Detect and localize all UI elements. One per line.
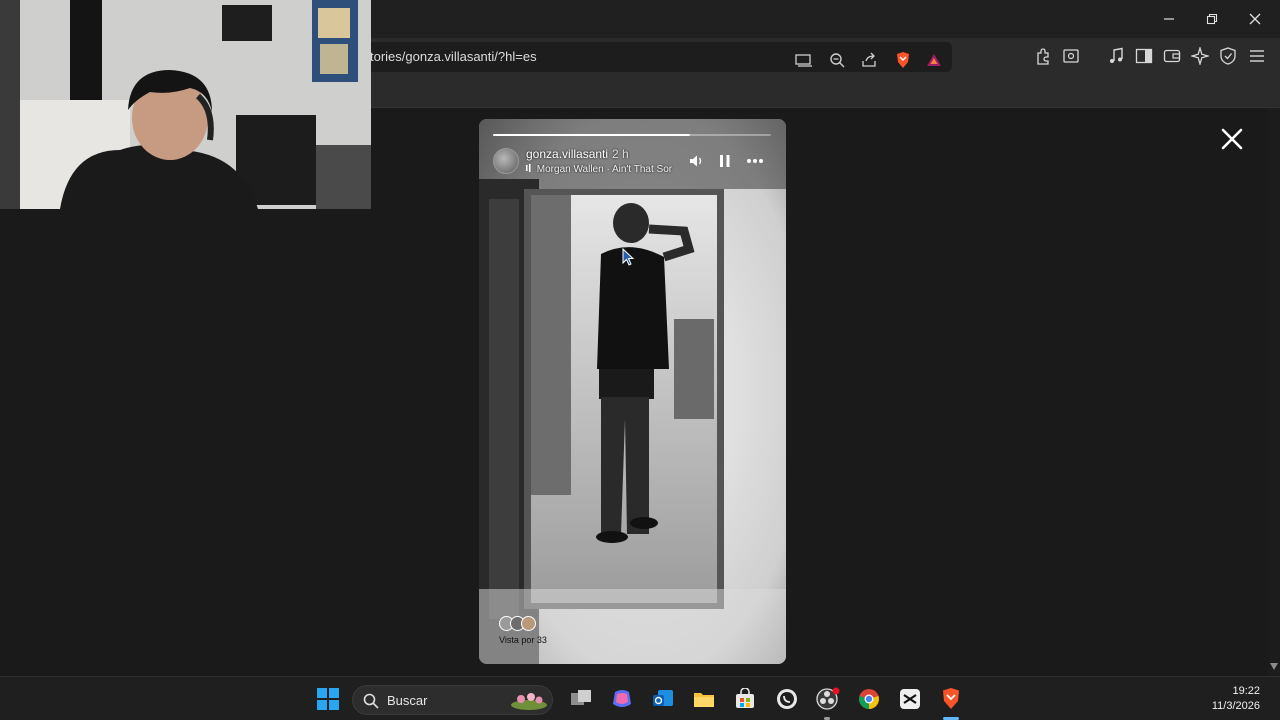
taskbar-search[interactable]: Buscar (352, 685, 553, 715)
story-pause-button[interactable] (716, 153, 734, 169)
copilot-button[interactable] (609, 686, 635, 712)
outlook-button[interactable] (650, 686, 676, 712)
search-icon (363, 693, 379, 709)
capcut-button[interactable] (897, 686, 923, 712)
copilot-icon (613, 690, 631, 707)
close-story-button[interactable] (1219, 126, 1245, 152)
restore-button[interactable] (1200, 8, 1224, 30)
leo-ai-icon[interactable] (1190, 46, 1210, 66)
minimize-icon (1164, 18, 1174, 20)
viewed-by-count[interactable]: Vista por 33 (499, 635, 547, 645)
brave-shields-icon[interactable] (893, 50, 913, 70)
outlook-icon (653, 690, 673, 706)
cast-icon[interactable] (794, 50, 814, 70)
capcut-icon (900, 689, 920, 709)
url-text[interactable]: tories/gonza.villasanti/?hl=es (370, 49, 537, 64)
story-avatar[interactable] (493, 148, 519, 174)
story-progress-track (493, 134, 771, 136)
obs-button[interactable] (815, 686, 841, 712)
music-bars-icon (526, 164, 534, 175)
pause-icon (720, 155, 730, 167)
file-explorer-button[interactable] (691, 686, 717, 712)
brave-icon (943, 688, 959, 709)
page-scrollbar[interactable] (1268, 108, 1280, 676)
story-options-button[interactable] (746, 153, 764, 169)
webcam-overlay (0, 0, 371, 209)
viewer-avatar (521, 616, 536, 631)
viewer-avatars[interactable] (499, 616, 549, 632)
windows-icon (317, 688, 339, 710)
store-button[interactable] (732, 686, 758, 712)
story-progress-fill (493, 134, 691, 136)
menu-icon[interactable] (1247, 46, 1267, 66)
clock-time: 19:22 (1232, 685, 1260, 697)
store-icon (736, 688, 754, 708)
chrome-icon (859, 689, 879, 709)
task-view-icon (571, 690, 591, 705)
clock-date: 11/3/2026 (1211, 700, 1260, 712)
story-card[interactable]: gonza.villasanti 2 h Morgan Wallen · Ain… (479, 119, 786, 664)
media-control-icon[interactable] (1106, 46, 1126, 66)
obs-icon (816, 687, 840, 710)
story-photo (479, 119, 786, 664)
search-label: Buscar (387, 693, 428, 708)
close-window-button[interactable] (1243, 8, 1267, 30)
chrome-button[interactable] (856, 686, 882, 712)
share-icon[interactable] (859, 50, 879, 70)
minimize-button[interactable] (1157, 8, 1181, 30)
vpn-icon[interactable] (1218, 46, 1238, 66)
story-music-label[interactable]: Morgan Wallen · Ain't That Sor (526, 164, 678, 175)
zoom-icon[interactable] (827, 50, 847, 70)
scroll-arrow-icon (1270, 663, 1278, 670)
volume-icon (690, 155, 702, 167)
music-text: Morgan Wallen · Ain't That Sor (536, 164, 673, 175)
close-icon (1221, 128, 1243, 150)
restore-icon (1206, 13, 1218, 25)
sidebar-icon[interactable] (1134, 46, 1154, 66)
taskbar: Buscar 19:22 11/3/2026 (0, 676, 1280, 720)
whatsapp-button[interactable] (774, 686, 800, 712)
story-volume-button[interactable] (688, 153, 706, 169)
tab-search-icon[interactable] (1061, 46, 1081, 66)
start-button[interactable] (315, 686, 341, 712)
task-view-button[interactable] (568, 686, 594, 712)
wallet-icon[interactable] (1162, 46, 1182, 66)
story-username[interactable]: gonza.villasanti (526, 147, 608, 161)
close-window-icon (1249, 13, 1261, 25)
mouse-cursor-icon (622, 248, 634, 266)
brave-rewards-icon[interactable] (924, 50, 944, 70)
story-time-ago: 2 h (612, 147, 629, 161)
webcam-feed (0, 0, 371, 209)
brave-taskbar-button[interactable] (938, 686, 964, 712)
whatsapp-icon (777, 689, 797, 709)
folder-icon (694, 693, 714, 707)
address-bar[interactable]: tories/gonza.villasanti/?hl=es (360, 42, 952, 72)
search-highlight-icon (511, 693, 547, 710)
extensions-icon[interactable] (1033, 46, 1053, 66)
more-options-icon (747, 159, 763, 163)
system-clock[interactable]: 19:22 11/3/2026 (1212, 684, 1260, 714)
